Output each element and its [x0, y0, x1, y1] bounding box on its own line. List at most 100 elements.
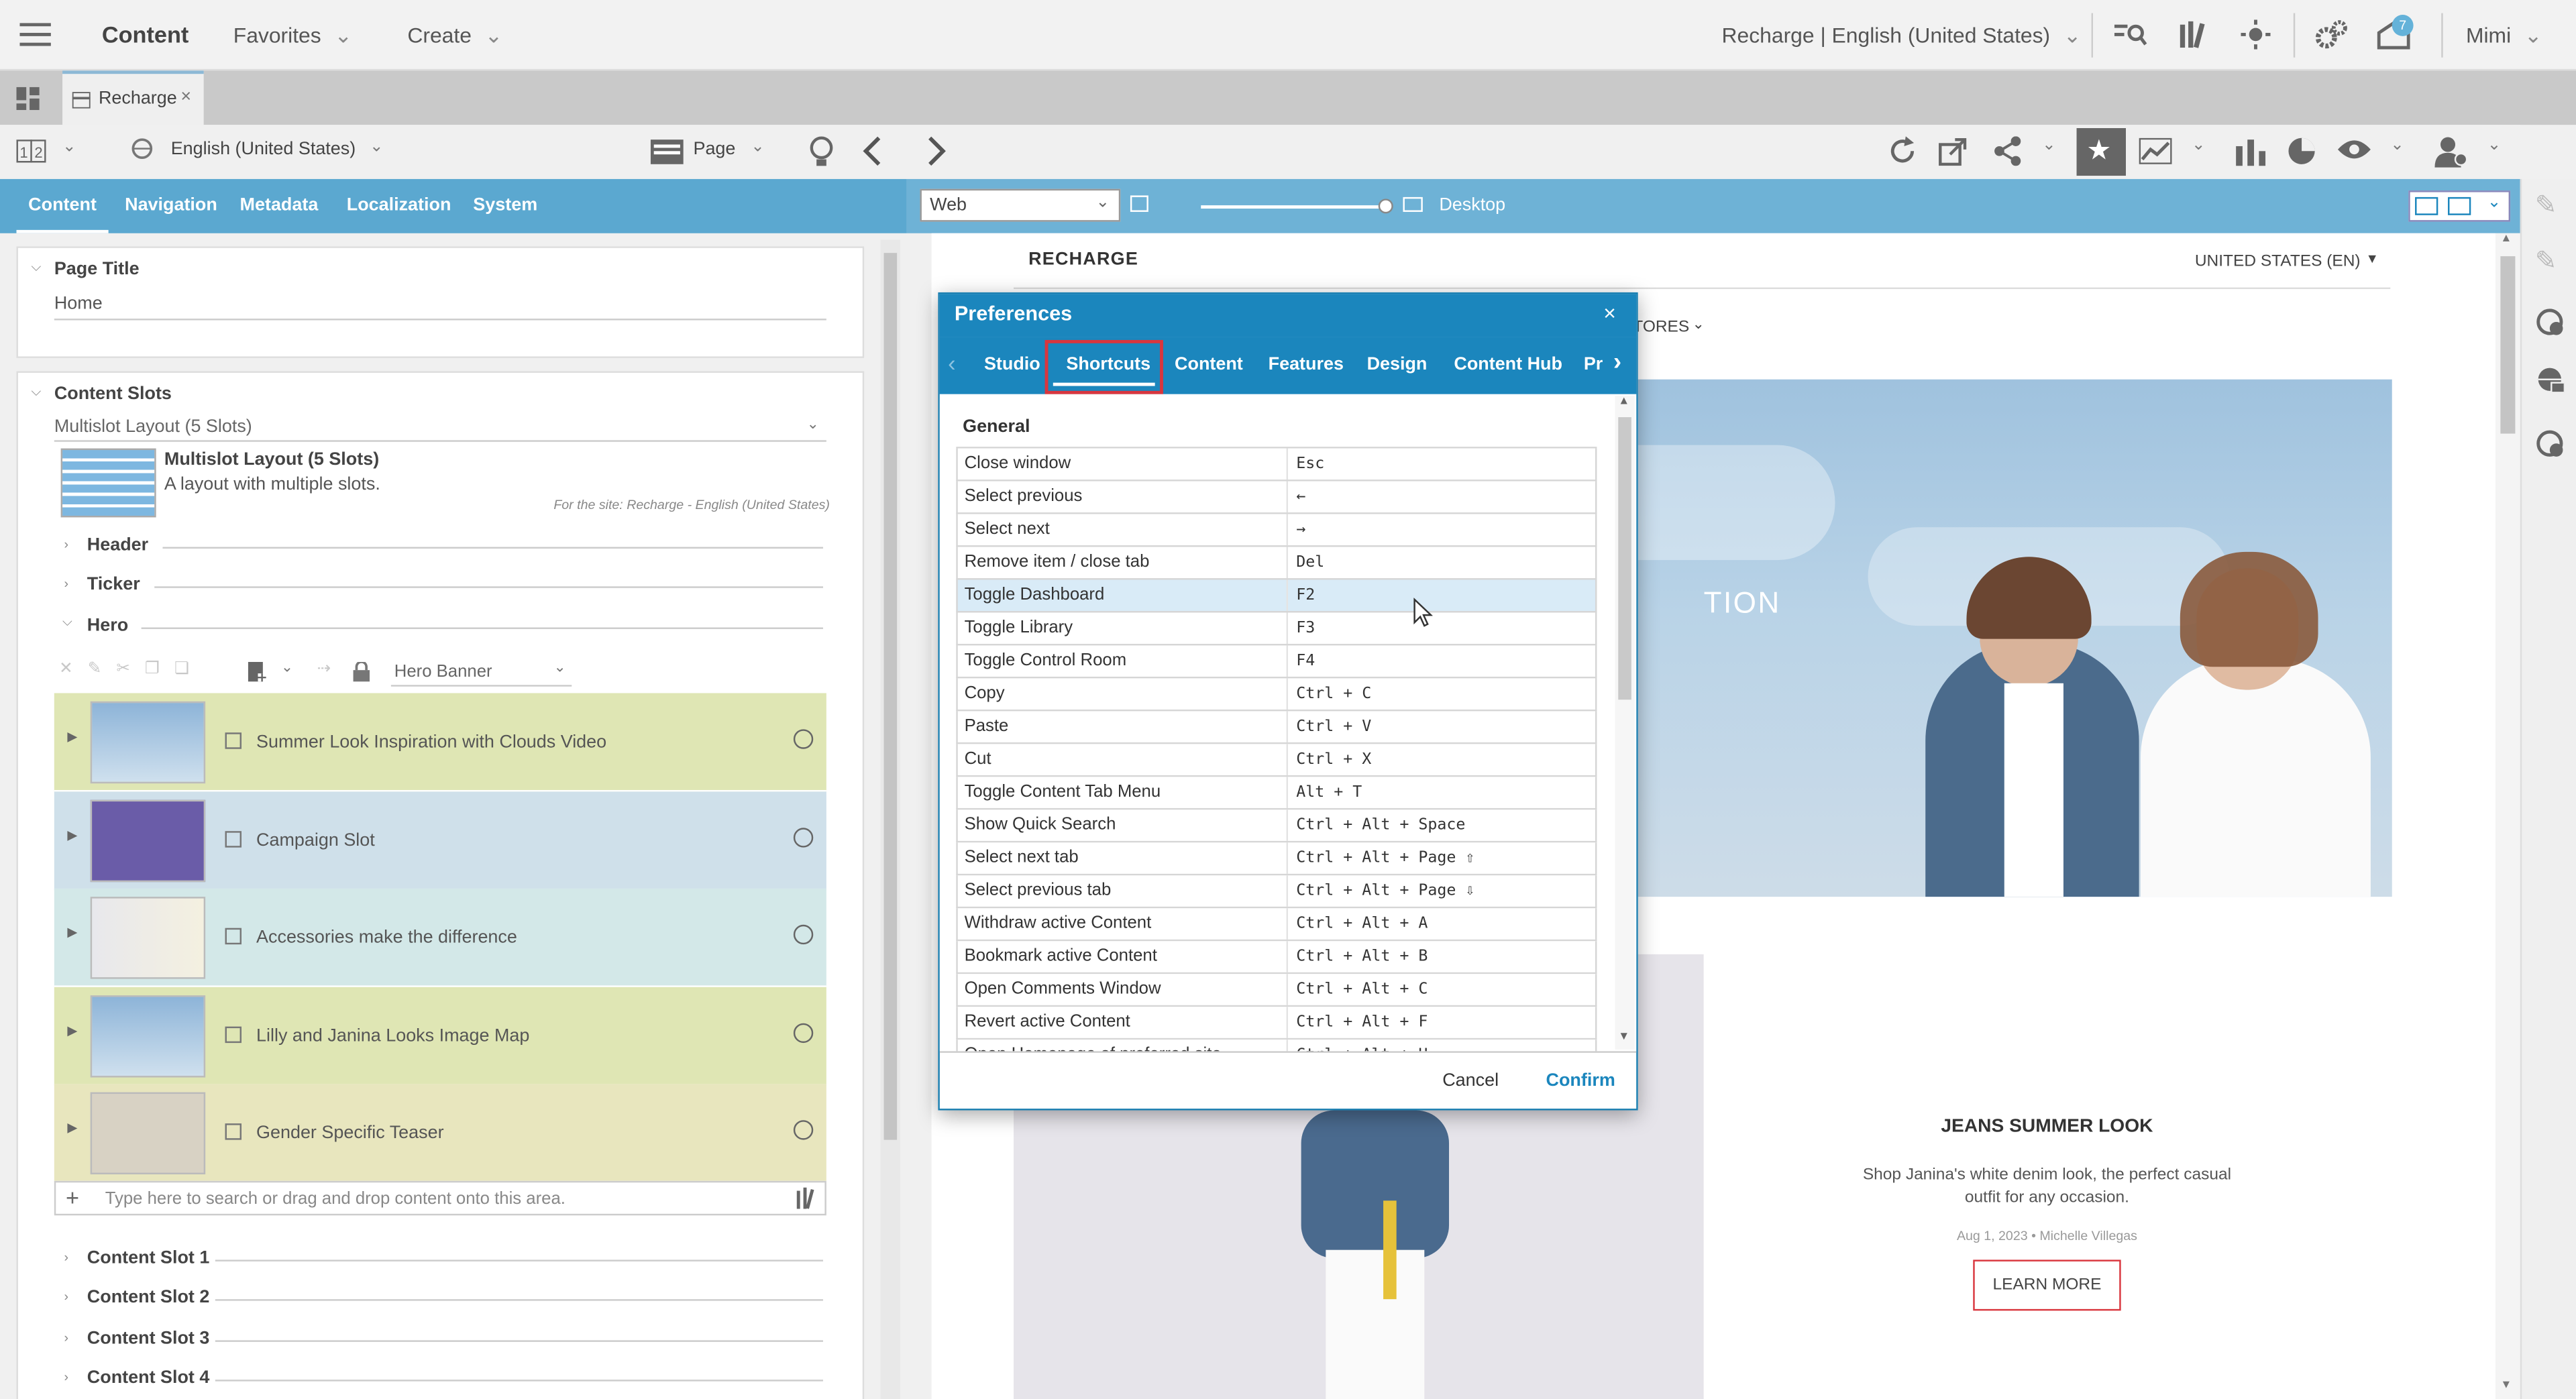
globe-refresh-icon[interactable] — [2535, 429, 2565, 458]
chevron-down-icon[interactable]: ⌄ — [2390, 136, 2404, 154]
add-content-icon[interactable] — [248, 661, 266, 682]
zoom-slider-handle[interactable] — [1378, 199, 1393, 214]
scroll-down-icon[interactable]: ▼ — [2500, 1380, 2512, 1391]
shortcut-row[interactable]: Paste Ctrl + V — [956, 711, 1597, 744]
scrollbar-thumb[interactable] — [2500, 256, 2516, 434]
tab-system[interactable]: System — [473, 179, 537, 233]
plus-icon[interactable]: + — [66, 1184, 79, 1211]
chevron-right-icon[interactable]: › — [64, 1331, 69, 1345]
preview-eye-icon[interactable] — [2337, 138, 2371, 161]
brand-logo[interactable]: RECHARGE — [1028, 249, 1138, 269]
bar-chart-icon[interactable] — [2236, 136, 2266, 166]
shortcut-row[interactable]: Select previous tab Ctrl + Alt + Page ⇩ — [956, 875, 1597, 909]
tab-metadata[interactable]: Metadata — [240, 179, 319, 233]
zoom-slider[interactable] — [1201, 205, 1392, 209]
chevron-down-icon[interactable]: ⌄ — [553, 659, 566, 677]
chevron-down-icon[interactable]: ⌄ — [62, 138, 76, 156]
channel-select[interactable]: Web ⌄ — [920, 188, 1121, 222]
tab-design[interactable]: Design — [1367, 337, 1428, 394]
chevron-right-icon[interactable]: › — [64, 537, 69, 552]
scrollbar-thumb[interactable] — [1618, 417, 1631, 700]
cancel-button[interactable]: Cancel — [1442, 1071, 1499, 1090]
expand-triangle-icon[interactable]: ▶ — [67, 1120, 77, 1135]
preview-scrollbar[interactable]: ▲ ▼ — [2496, 233, 2520, 1399]
drop-zone[interactable]: + Type here to search or drag and drop c… — [54, 1180, 826, 1216]
globe-block-icon[interactable] — [2535, 365, 2565, 394]
section-hero[interactable]: Hero — [87, 616, 128, 635]
locale-globe-icon[interactable] — [793, 729, 814, 749]
split-view-icon[interactable]: 12 — [16, 139, 46, 163]
shortcut-row[interactable]: Cut Ctrl + X — [956, 744, 1597, 777]
collapse-left-icon[interactable] — [863, 135, 882, 168]
scroll-up-icon[interactable]: ▲ — [1618, 396, 1629, 407]
hero-item-row[interactable]: ▶ Lilly and Janina Looks Image Map — [54, 987, 826, 1086]
section-ticker[interactable]: Ticker — [87, 575, 140, 594]
tab-studio[interactable]: Studio — [984, 337, 1040, 394]
scroll-tabs-left-icon[interactable]: ‹ — [948, 350, 955, 376]
shortcut-row[interactable]: Remove item / close tab Del — [956, 547, 1597, 580]
shortcut-row[interactable]: Close window Esc — [956, 448, 1597, 482]
chevron-down-icon[interactable]: ⌄ — [2192, 136, 2206, 154]
shortcut-row[interactable]: Open Homepage of preferred site Ctrl + Al… — [956, 1040, 1597, 1052]
pie-chart-icon[interactable] — [2287, 136, 2316, 166]
chevron-down-icon[interactable]: ⌄ — [370, 138, 384, 156]
dashboard-icon[interactable] — [16, 87, 40, 111]
search-content-icon[interactable] — [2114, 21, 2147, 48]
hero-item-row[interactable]: ▶ Campaign Slot — [54, 791, 826, 891]
share-icon[interactable] — [1993, 136, 2023, 166]
locale-globe-icon[interactable] — [793, 924, 814, 945]
scroll-tabs-right-icon[interactable]: › — [1613, 348, 1621, 376]
chevron-down-icon[interactable]: ⌄ — [2487, 194, 2502, 212]
chevron-down-icon[interactable]: ⌄ — [2487, 136, 2502, 154]
locale-globe-icon[interactable] — [793, 1120, 814, 1140]
sync-globe-icon[interactable] — [2535, 307, 2565, 337]
hero-item-row[interactable]: ▶ Gender Specific Teaser — [54, 1084, 826, 1183]
scroll-up-icon[interactable]: ▲ — [2500, 233, 2512, 245]
cut-icon[interactable]: ✂ — [116, 660, 145, 678]
chevron-down-icon[interactable]: ⌄ — [751, 138, 765, 156]
confirm-button[interactable]: Confirm — [1546, 1071, 1615, 1090]
shortcut-row[interactable]: Revert active Content Ctrl + Alt + F — [956, 1007, 1597, 1040]
library-icon[interactable] — [795, 1187, 814, 1209]
page-type-dropdown[interactable]: Page — [693, 139, 735, 159]
close-icon[interactable]: × — [1603, 300, 1616, 325]
learn-more-button[interactable]: LEARN MORE — [1973, 1260, 2121, 1311]
user-menu[interactable]: Mimi ⌄ — [2466, 0, 2542, 70]
dialog-scrollbar[interactable]: ▲ ▼ — [1615, 396, 1635, 1050]
chevron-down-icon[interactable]: ⌄ — [281, 659, 293, 677]
scrollbar-thumb[interactable] — [883, 253, 898, 1140]
hamburger-menu-icon[interactable] — [19, 0, 52, 70]
chevron-down-icon[interactable]: ⌄ — [806, 416, 818, 434]
locale-selector[interactable]: English (United States) — [171, 139, 356, 159]
tab-more[interactable]: Pr — [1584, 337, 1607, 394]
shortcut-row[interactable]: Copy Ctrl + C — [956, 678, 1597, 712]
library-icon[interactable] — [2178, 19, 2208, 49]
lock-icon[interactable] — [353, 661, 370, 682]
overlay-icon[interactable] — [2448, 197, 2471, 215]
edit-icon[interactable]: ✎ — [88, 660, 117, 678]
control-room-icon[interactable] — [2241, 19, 2271, 50]
frame-icon[interactable] — [1130, 195, 1148, 212]
shortcut-row[interactable]: Select previous ← — [956, 481, 1597, 514]
hero-item-row[interactable]: ▶ Summer Look Inspiration with Clouds Vid… — [54, 693, 826, 792]
expand-triangle-icon[interactable]: ▶ — [67, 729, 77, 744]
chevron-down-icon[interactable]: ⌵ — [62, 614, 72, 630]
chevron-right-icon[interactable]: › — [64, 577, 69, 592]
shortcut-row[interactable]: Bookmark active Content Ctrl + Alt + B — [956, 941, 1597, 974]
shortcut-row[interactable]: Select next → — [956, 514, 1597, 547]
tab-features[interactable]: Features — [1269, 337, 1344, 394]
scrollbar[interactable] — [880, 239, 901, 1399]
chevron-right-icon[interactable]: › — [64, 1289, 69, 1304]
lightbulb-icon[interactable] — [808, 136, 835, 168]
locale-globe-icon[interactable] — [793, 1023, 814, 1044]
favorites-menu[interactable]: Favorites ⌄ — [233, 0, 352, 70]
create-menu[interactable]: Create ⌄ — [407, 0, 502, 70]
locale-globe-icon[interactable] — [793, 828, 814, 848]
shortcut-row[interactable]: Toggle Library F3 — [956, 612, 1597, 646]
document-tab-recharge[interactable]: Recharge × — [62, 70, 204, 125]
country-selector[interactable]: UNITED STATES (EN) — [2195, 253, 2361, 271]
chevron-right-icon[interactable]: › — [64, 1369, 69, 1384]
site-selector[interactable]: Recharge | English (United States) ⌄ — [1722, 0, 2082, 70]
view-mode-switch[interactable]: ⌄ — [2408, 190, 2511, 222]
expand-triangle-icon[interactable]: ▶ — [67, 828, 77, 842]
